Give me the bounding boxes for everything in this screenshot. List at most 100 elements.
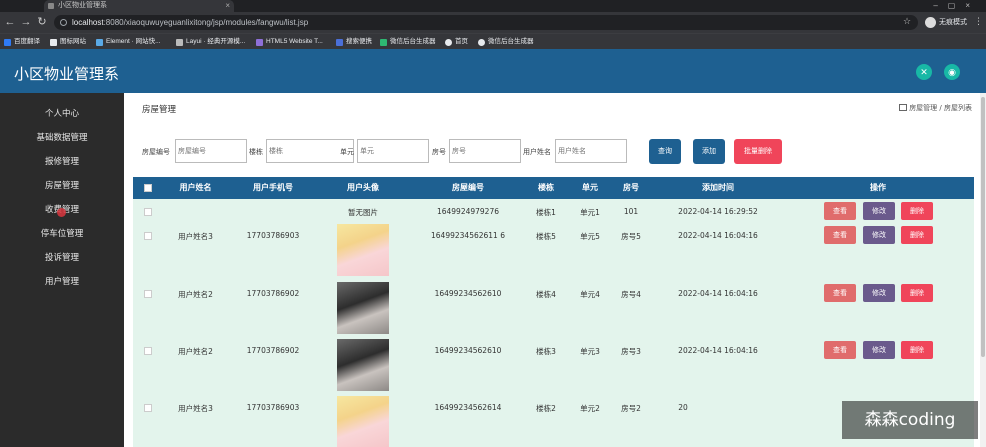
bookmark-item[interactable]: 搜索便携 (336, 34, 372, 50)
user-avatar-image (337, 396, 389, 447)
house-no-input[interactable] (175, 139, 247, 163)
row-checkbox[interactable] (144, 290, 152, 298)
table-row: 用户姓名2 17703786902 16499234562610 楼栋4 单元4… (133, 280, 974, 337)
bookmark-item[interactable]: Element · 网站快... (96, 34, 161, 50)
room-input[interactable] (449, 139, 521, 163)
cell-time: 2022-04-14 16:04:16 (678, 346, 758, 355)
window-controls[interactable]: –▢× (933, 0, 980, 12)
cell-user-name: 用户姓名2 (178, 290, 213, 299)
cell-unit: 单元5 (580, 232, 600, 241)
table-row: 暂无图片 1649924979276 楼栋1 单元1 101 2022-04-1… (133, 199, 974, 222)
label-user-name: 用户姓名 (523, 148, 551, 156)
cell-unit: 单元3 (580, 347, 600, 356)
cell-time: 2022-04-14 16:04:16 (678, 231, 758, 240)
browser-tab[interactable]: 小区物业管理系 × (44, 0, 234, 12)
back-icon[interactable]: ← (2, 14, 18, 30)
bookmark-item[interactable]: 图标网站 (50, 34, 86, 50)
bookmark-icon (445, 39, 452, 46)
cell-building: 楼栋1 (536, 208, 556, 217)
user-icon[interactable]: ◉ (944, 64, 960, 80)
browser-tab-bar: 小区物业管理系 × –▢× (0, 0, 986, 12)
row-checkbox[interactable] (144, 208, 152, 216)
sidebar-item-parking[interactable]: 停车位管理 (0, 224, 124, 244)
page-scrollbar[interactable] (980, 93, 986, 447)
main-content: 房屋管理 房屋管理 / 房屋列表 房屋编号 楼栋 单元 房号 用户姓名 查询 添… (124, 93, 986, 447)
cell-phone: 17703786902 (246, 346, 300, 355)
delete-button[interactable]: 删除 (901, 284, 933, 302)
cell-room: 房号5 (621, 232, 641, 241)
sidebar-item-users[interactable]: 用户管理 (0, 272, 124, 292)
sidebar-item-complaints[interactable]: 投诉管理 (0, 248, 124, 268)
video-watermark: 森森coding (842, 401, 978, 439)
site-info-icon[interactable] (60, 19, 67, 26)
edit-button[interactable]: 修改 (863, 202, 895, 220)
scrollbar-thumb[interactable] (981, 97, 985, 357)
th-time: 添加时间 (702, 183, 734, 192)
home-icon[interactable] (899, 104, 908, 111)
delete-button[interactable]: 删除 (901, 341, 933, 359)
row-checkbox[interactable] (144, 232, 152, 240)
breadcrumb-text: 房屋管理 / 房屋列表 (909, 104, 972, 112)
th-room: 房号 (623, 183, 639, 192)
bookmarks-bar: 百度翻译 图标网站 Element · 网站快... Layui · 经典开源模… (0, 33, 986, 49)
cell-room: 房号3 (621, 347, 641, 356)
cell-house-no: 16499234562610 (434, 289, 502, 298)
reload-icon[interactable]: ↻ (34, 14, 50, 30)
th-building: 楼栋 (538, 183, 554, 192)
delete-button[interactable]: 删除 (901, 226, 933, 244)
sidebar-item-house[interactable]: 房屋管理 (0, 176, 124, 196)
fullscreen-icon[interactable]: ✕ (916, 64, 932, 80)
browser-menu-icon[interactable]: ⋮ (974, 16, 983, 27)
bookmark-icon (336, 39, 343, 46)
incognito-profile[interactable]: 无痕模式 (925, 16, 967, 29)
bookmark-item[interactable]: Layui · 经典开源模... (176, 34, 245, 50)
view-button[interactable]: 查看 (824, 202, 856, 220)
select-all-checkbox[interactable] (144, 184, 152, 192)
delete-button[interactable]: 删除 (901, 202, 933, 220)
app-title: 小区物业管理系 (14, 65, 120, 83)
edit-button[interactable]: 修改 (863, 284, 895, 302)
view-button[interactable]: 查看 (824, 341, 856, 359)
edit-button[interactable]: 修改 (863, 341, 895, 359)
cell-house-no: 16499234562610 (434, 346, 502, 355)
cell-unit: 单元4 (580, 290, 600, 299)
edit-button[interactable]: 修改 (863, 226, 895, 244)
tab-title: 小区物业管理系 (58, 2, 107, 9)
address-bar[interactable]: localhost:8080/xiaoquwuyeguanlixitong/js… (54, 15, 918, 30)
unit-input[interactable] (357, 139, 429, 163)
view-button[interactable]: 查看 (824, 226, 856, 244)
cell-unit: 单元1 (580, 208, 600, 217)
bookmark-star-icon[interactable]: ☆ (903, 16, 911, 27)
cell-time: 20 (678, 403, 688, 412)
bookmark-item[interactable]: HTML5 Website T... (256, 34, 323, 50)
view-button[interactable]: 查看 (824, 284, 856, 302)
user-avatar-image (337, 339, 389, 391)
bookmark-item[interactable]: 百度翻译 (4, 34, 40, 50)
label-house-no: 房屋编号 (142, 148, 170, 156)
forward-icon[interactable]: → (18, 14, 34, 30)
bookmark-icon (4, 39, 11, 46)
label-room: 房号 (432, 148, 446, 156)
cell-avatar-empty: 暂无图片 (348, 208, 378, 217)
row-checkbox[interactable] (144, 347, 152, 355)
close-tab-icon[interactable]: × (225, 0, 230, 12)
sidebar-item-repair[interactable]: 报修管理 (0, 152, 124, 172)
batch-delete-button[interactable]: 批量删除 (734, 139, 782, 164)
cell-phone: 17703786903 (246, 403, 300, 412)
th-user-name: 用户姓名 (179, 183, 212, 192)
bookmark-item[interactable]: 微信后台生成器 (380, 34, 436, 50)
add-button[interactable]: 添加 (693, 139, 725, 164)
breadcrumb: 房屋管理 / 房屋列表 (899, 103, 972, 113)
sidebar-item-basic-data[interactable]: 基础数据管理 (0, 128, 124, 148)
row-checkbox[interactable] (144, 404, 152, 412)
th-unit: 单元 (582, 183, 598, 192)
query-button[interactable]: 查询 (649, 139, 681, 164)
sidebar-item-personal-center[interactable]: 个人中心 (0, 104, 124, 124)
cell-house-no: 16499234562611 6 (431, 231, 505, 240)
user-name-input[interactable] (555, 139, 627, 163)
bookmark-item[interactable]: 首页 (445, 34, 468, 50)
cell-building: 楼栋4 (536, 290, 556, 299)
bookmark-item[interactable]: 微信后台生成器 (478, 34, 534, 50)
favicon-icon (48, 3, 54, 9)
cell-time: 2022-04-14 16:04:16 (678, 289, 758, 298)
